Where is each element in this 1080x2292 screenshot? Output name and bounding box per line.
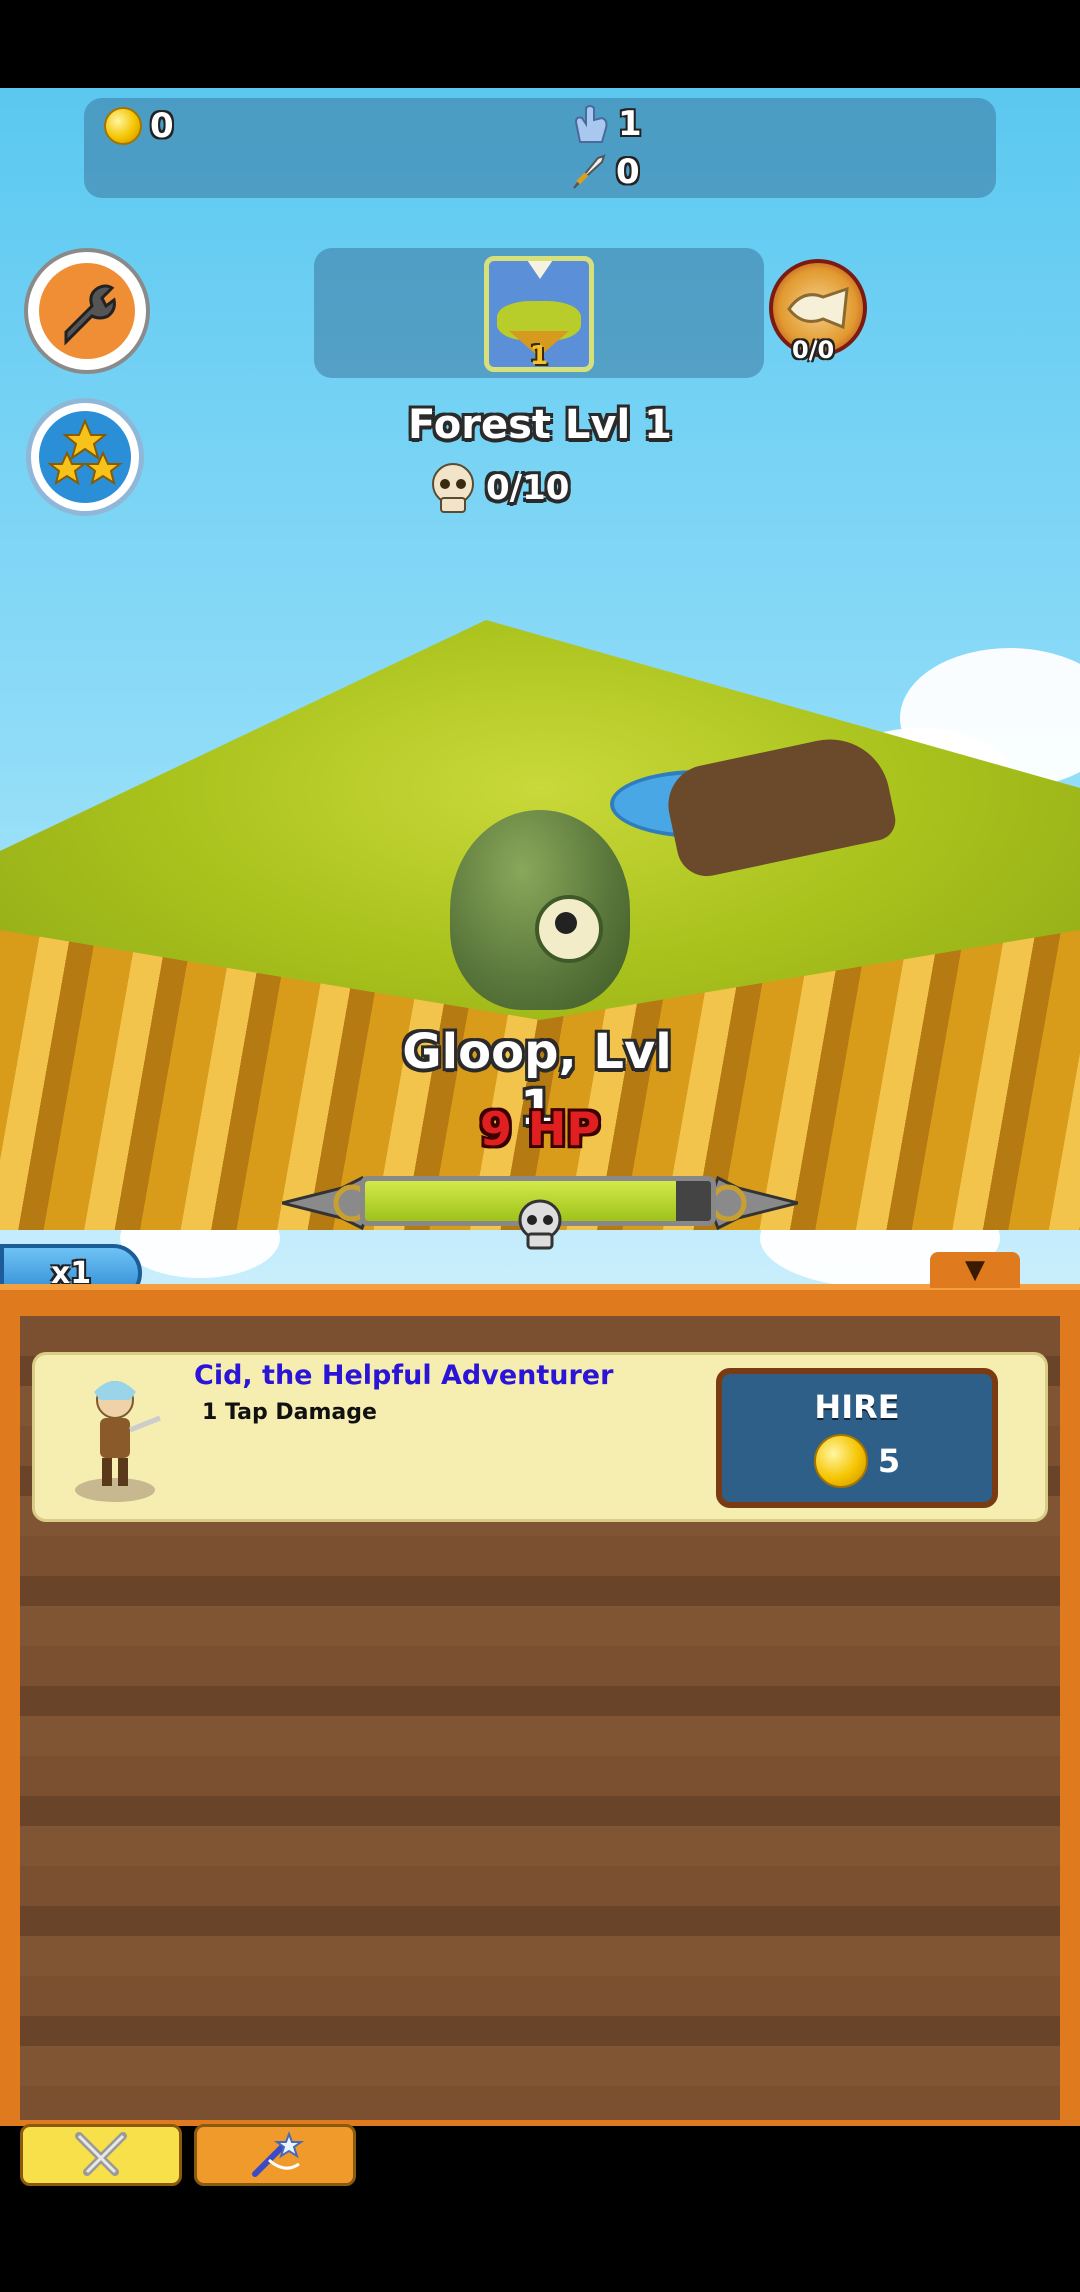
zone-number: 1 (529, 341, 549, 371)
dps-counter: 0 (568, 152, 640, 192)
sword-icon (573, 154, 606, 189)
skull-icon (430, 462, 476, 514)
gold-coin-icon (813, 1434, 868, 1488)
stats-bar (84, 98, 996, 198)
damage-per-tap: 1 (572, 104, 642, 144)
zone-tile-current[interactable]: 1 (484, 256, 594, 372)
hero-portrait (60, 1370, 170, 1504)
boss-progress: 0/0 (792, 336, 835, 364)
pointer-hand-icon (574, 105, 608, 143)
current-zone-arrow-icon (525, 261, 555, 279)
settings-button[interactable] (24, 248, 150, 374)
monster-hp: 9 HP (479, 1102, 601, 1156)
hero-name: Cid, the Helpful Adventurer (194, 1360, 614, 1391)
gold-coin-icon (104, 107, 142, 145)
hire-button[interactable]: HIRE 5 (716, 1368, 998, 1508)
dps-value: 0 (616, 152, 640, 192)
gold-value: 0 (150, 106, 174, 146)
magic-wand-icon (252, 2131, 305, 2177)
hire-cost-value: 5 (877, 1442, 901, 1480)
gold-counter: 0 (104, 106, 174, 146)
tab-heroes[interactable] (20, 2124, 182, 2186)
stars-icon (39, 411, 131, 503)
swords-icon (75, 2132, 127, 2176)
achievements-button[interactable] (26, 398, 144, 516)
wrench-icon (39, 263, 135, 359)
zone-title[interactable]: Forest Lvl 1 (406, 402, 674, 448)
hire-cost: 5 (813, 1434, 901, 1488)
hp-skull-icon (516, 1198, 564, 1252)
chevron-down-icon: ▼ (965, 1255, 985, 1285)
monster-pupil (555, 912, 577, 934)
panel-collapse-button[interactable]: ▼ (930, 1252, 1020, 1288)
hero-stat: 1 Tap Damage (202, 1400, 377, 1425)
kill-counter[interactable]: 0/10 (486, 468, 569, 508)
tab-skills[interactable] (194, 2124, 356, 2186)
hire-label: HIRE (814, 1388, 900, 1426)
tap-damage-value: 1 (618, 104, 642, 144)
